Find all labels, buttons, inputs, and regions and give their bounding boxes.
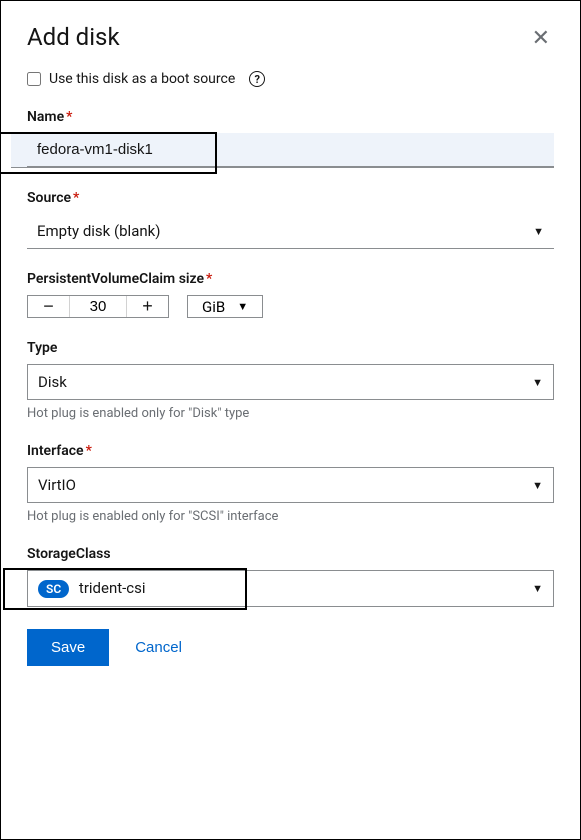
storageclass-value: trident-csi	[79, 579, 146, 597]
cancel-button[interactable]: Cancel	[135, 639, 182, 656]
modal-title: Add disk	[27, 23, 120, 51]
increment-button[interactable]: +	[126, 296, 168, 317]
pvc-size-stepper: − +	[27, 295, 169, 318]
name-label: Name*	[27, 109, 554, 125]
pvc-unit-select[interactable]: GiB ▼	[187, 295, 263, 318]
type-value: Disk	[38, 373, 67, 391]
storageclass-select[interactable]: SC trident-csi ▼	[27, 570, 554, 607]
boot-source-label: Use this disk as a boot source	[49, 71, 235, 87]
pvc-size-label: PersistentVolumeClaim size*	[27, 271, 554, 287]
storageclass-badge: SC	[38, 580, 69, 598]
interface-label: Interface*	[27, 443, 554, 459]
interface-select[interactable]: VirtIO ▼	[27, 467, 554, 503]
interface-value: VirtIO	[38, 476, 76, 494]
type-select[interactable]: Disk ▼	[27, 364, 554, 400]
source-value: Empty disk (blank)	[37, 222, 160, 240]
pvc-size-input[interactable]	[70, 296, 126, 317]
type-label: Type	[27, 340, 554, 356]
chevron-down-icon: ▼	[532, 479, 543, 492]
close-button[interactable]: ✕	[528, 23, 554, 53]
type-helper: Hot plug is enabled only for "Disk" type	[27, 406, 554, 421]
pvc-unit-value: GiB	[202, 298, 225, 316]
save-button[interactable]: Save	[27, 629, 109, 666]
chevron-down-icon: ▼	[237, 300, 248, 313]
decrement-button[interactable]: −	[28, 296, 70, 317]
source-select[interactable]: Empty disk (blank) ▼	[27, 214, 554, 249]
storageclass-label: StorageClass	[27, 546, 554, 562]
chevron-down-icon: ▼	[532, 376, 543, 389]
interface-helper: Hot plug is enabled only for "SCSI" inte…	[27, 509, 554, 524]
help-icon[interactable]: ?	[249, 71, 265, 87]
close-icon: ✕	[532, 25, 550, 50]
boot-source-checkbox[interactable]	[27, 72, 41, 86]
chevron-down-icon: ▼	[532, 582, 543, 595]
name-input[interactable]	[27, 133, 554, 167]
chevron-down-icon: ▼	[533, 225, 544, 238]
source-label: Source*	[27, 190, 554, 206]
